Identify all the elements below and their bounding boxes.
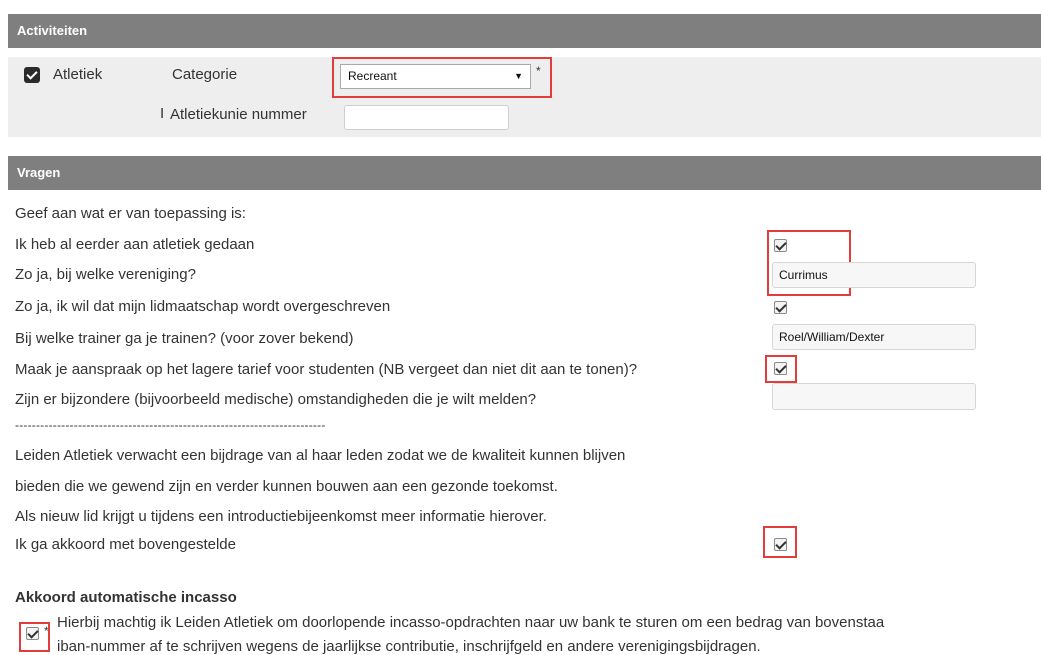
trainer-input[interactable]: Roel/William/Dexter <box>772 324 976 350</box>
incasso-title: Akkoord automatische incasso <box>15 589 237 606</box>
contribution-text-1: Leiden Atletiek verwacht een bijdrage va… <box>15 447 626 464</box>
atletiek-label: Atletiek <box>53 66 103 83</box>
highlight-category <box>332 57 552 98</box>
contribution-text-2: bieden die we gewend zijn en verder kunn… <box>15 478 558 495</box>
question-which-club: Zo ja, bij welke vereniging? <box>15 266 196 283</box>
question-special-circumstances: Zijn er bijzondere (bijvoorbeeld medisch… <box>15 391 537 408</box>
text-cursor-icon: I <box>160 105 165 122</box>
highlight-incasso <box>19 622 50 652</box>
special-circumstances-input[interactable] <box>772 383 976 410</box>
question-trainer: Bij welke trainer ga je trainen? (voor z… <box>15 330 354 347</box>
activities-header: Activiteiten <box>8 14 1041 48</box>
incasso-text-line-2: iban-nummer af te schrijven wegens de ja… <box>57 638 761 655</box>
agree-label: Ik ga akkoord met bovengestelde <box>15 536 236 553</box>
contribution-text-3: Als nieuw lid krijgt u tijdens een intro… <box>15 508 547 525</box>
question-student-rate: Maak je aanspraak op het lagere tarief v… <box>15 361 638 378</box>
transfer-membership-checkbox[interactable] <box>774 301 787 314</box>
athletics-number-input[interactable] <box>344 105 509 130</box>
category-label: Categorie <box>172 66 238 83</box>
questions-intro: Geef aan wat er van toepassing is: <box>15 205 246 222</box>
highlight-agree <box>763 526 797 558</box>
atletiek-checkbox[interactable] <box>24 67 40 83</box>
question-transfer-membership: Zo ja, ik wil dat mijn lidmaatschap word… <box>15 298 391 315</box>
which-club-input[interactable]: Currimus <box>772 262 976 288</box>
incasso-text-line-1: Hierbij machtig ik Leiden Atletiek om do… <box>57 614 885 631</box>
athletics-number-label: Atletiekunie nummer <box>170 106 307 123</box>
section-divider: ----------------------------------------… <box>15 418 326 432</box>
question-prior-athletics: Ik heb al eerder aan atletiek gedaan <box>15 236 255 253</box>
highlight-student-rate <box>765 355 797 383</box>
questions-header: Vragen <box>8 156 1041 190</box>
